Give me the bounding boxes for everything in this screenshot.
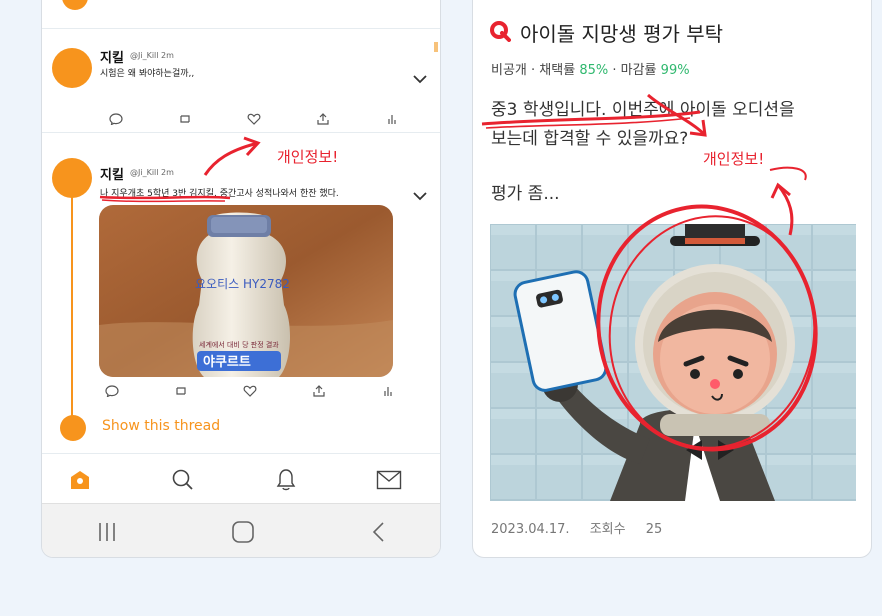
views-label: 조회수	[589, 522, 626, 537]
question-title: 아이돌 지망생 평가 부탁	[520, 22, 724, 46]
photo-small-text: 세계에서 대비 당 판정 결과	[199, 340, 279, 349]
attached-image[interactable]	[490, 224, 856, 501]
question-line: 평가 좀...	[491, 184, 560, 204]
adopt-rate-label: 채택률	[539, 63, 576, 78]
chevron-down-icon[interactable]	[412, 189, 428, 203]
post-footer: 2023.04.17. 조회수 25	[491, 518, 662, 537]
bottom-tab-bar	[42, 453, 440, 503]
share-icon[interactable]	[315, 112, 331, 126]
avatar[interactable]	[52, 158, 92, 198]
deadline-rate-value: 99%	[660, 63, 690, 78]
tweet-author-handle: @Ji_Kill 2m	[130, 51, 174, 60]
retweet-icon[interactable]	[177, 112, 193, 126]
annotation-personal-info: 개인정보!	[277, 148, 339, 166]
q-logo-icon	[490, 21, 511, 42]
question-line: 중3 학생입니다. 이번주에 아이돌 오디션을	[491, 100, 795, 120]
tweet-actions	[108, 112, 400, 126]
views-count: 25	[645, 522, 663, 537]
scrollbar-indicator[interactable]	[434, 42, 438, 52]
qa-post-card: 아이돌 지망생 평가 부탁 비공개 · 채택률 85% · 마감률 99% 중3…	[472, 0, 872, 558]
back-icon[interactable]	[364, 518, 394, 546]
share-icon[interactable]	[311, 384, 327, 398]
tweet-author-name[interactable]: 지킬	[100, 164, 124, 183]
twitter-phone-screen: 지킬 @Ji_Kill 2m 시험은 왜 봐야하는걸까,, 지킬 @Ji_Kil…	[41, 0, 441, 558]
adopt-rate-value: 85%	[579, 63, 609, 78]
thread-avatar[interactable]	[60, 415, 86, 441]
divider	[42, 132, 440, 133]
question-meta: 비공개 · 채택률 85% · 마감률 99%	[491, 63, 690, 78]
deadline-rate-label: 마감률	[620, 63, 657, 78]
home-nav-icon[interactable]	[228, 518, 258, 546]
tweet-photo[interactable]: 요오티스 HY2782 세계에서 대비 당 판정 결과 야쿠르트	[99, 205, 393, 377]
tweet-text: 나 지우개초 5학년 3반 김지킬. 중간고사 성적나와서 한잔 했다.	[100, 189, 339, 199]
post-date: 2023.04.17.	[491, 522, 570, 537]
search-icon[interactable]	[169, 466, 197, 494]
thread-line	[71, 190, 73, 422]
messages-icon[interactable]	[375, 466, 403, 494]
tweet-author-name[interactable]: 지킬	[100, 47, 124, 66]
photo-bottle-name: 야쿠르트	[203, 354, 251, 370]
recent-apps-icon[interactable]	[92, 518, 122, 546]
divider	[42, 28, 440, 29]
tweet-text: 시험은 왜 봐야하는걸까,,	[100, 69, 195, 79]
like-icon[interactable]	[242, 384, 258, 398]
analytics-icon[interactable]	[384, 112, 400, 126]
photo-brand-text: 요오티스 HY2782	[195, 277, 290, 291]
reply-icon[interactable]	[108, 112, 124, 126]
tweet-actions	[104, 384, 396, 398]
system-navigation-bar	[42, 503, 440, 557]
like-icon[interactable]	[246, 112, 262, 126]
avatar[interactable]	[52, 48, 92, 88]
home-icon[interactable]	[66, 466, 94, 494]
show-thread-link[interactable]: Show this thread	[102, 418, 220, 434]
visibility-label: 비공개	[491, 63, 527, 78]
question-body: 중3 학생입니다. 이번주에 아이돌 오디션을 보는데 합격할 수 있을까요? …	[491, 96, 851, 209]
reply-icon[interactable]	[104, 384, 120, 398]
analytics-icon[interactable]	[380, 384, 396, 398]
retweet-icon[interactable]	[173, 384, 189, 398]
avatar-partial	[62, 0, 88, 10]
annotation-personal-info: 개인정보!	[703, 150, 765, 168]
chevron-down-icon[interactable]	[412, 72, 428, 86]
question-line: 보는데 합격할 수 있을까요?	[491, 129, 689, 149]
notifications-icon[interactable]	[272, 466, 300, 494]
tweet-author-handle: @Ji_Kill 2m	[130, 168, 174, 177]
